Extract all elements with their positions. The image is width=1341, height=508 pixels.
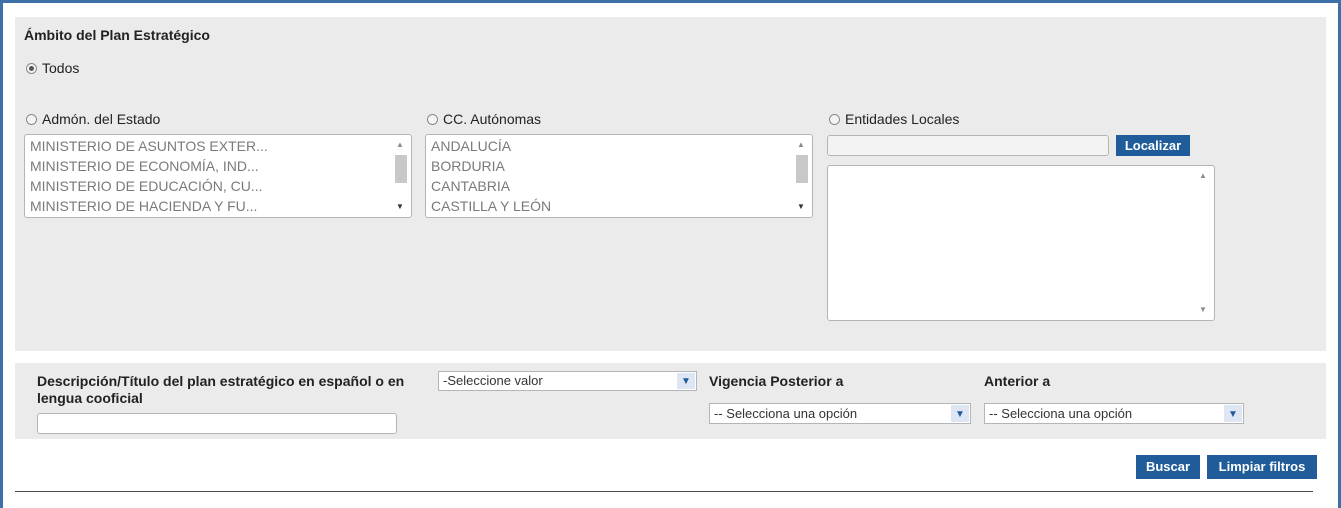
scope-title: Ámbito del Plan Estratégico [24,27,210,43]
descripcion-input[interactable] [37,413,397,434]
radio-locales[interactable]: Entidades Locales [829,111,959,127]
scrollbar[interactable]: ▲ ▼ [1194,168,1212,318]
radio-autonomas-label: CC. Autónomas [443,111,542,127]
vigencia-label: Vigencia Posterior a [709,373,844,389]
scroll-up-icon[interactable]: ▲ [1194,170,1212,182]
radio-autonomas[interactable]: CC. Autónomas [427,111,541,127]
chevron-down-icon[interactable]: ▼ [1224,405,1242,422]
locales-listbox[interactable]: ▲ ▼ [827,165,1215,321]
vigencia-select-value: -- Selecciona una opción [714,406,858,421]
descripcion-label: Descripción/Título del plan estratégico … [37,373,405,406]
buscar-button[interactable]: Buscar [1136,455,1200,479]
anterior-select[interactable]: -- Selecciona una opción ▼ [984,403,1244,424]
idioma-select-value: -Seleccione valor [443,373,543,388]
idioma-select[interactable]: -Seleccione valor ▼ [438,371,697,391]
list-item[interactable]: ANDALUCÍA [431,136,790,156]
autonomas-listbox[interactable]: ANDALUCÍA BORDURIA CANTABRIA CASTILLA Y … [425,134,813,218]
scroll-down-icon[interactable]: ▼ [391,201,409,213]
list-item[interactable]: MINISTERIO DE ECONOMÍA, IND... [30,156,389,176]
list-item[interactable]: CASTILLA Y LEÓN [431,196,790,216]
scrollbar[interactable]: ▲ ▼ [391,137,409,215]
list-item[interactable]: MINISTERIO DE EDUCACIÓN, CU... [30,176,389,196]
radio-todos-label: Todos [42,60,80,76]
localizar-button[interactable]: Localizar [1116,135,1190,156]
estado-listbox[interactable]: MINISTERIO DE ASUNTOS EXTER... MINISTERI… [24,134,412,218]
scroll-thumb[interactable] [796,155,808,183]
list-item[interactable]: MINISTERIO DE HACIENDA Y FU... [30,196,389,216]
anterior-select-value: -- Selecciona una opción [989,406,1133,421]
radio-todos[interactable]: Todos [26,60,79,76]
scroll-up-icon[interactable]: ▲ [792,139,810,151]
locales-search-input[interactable] [827,135,1109,156]
chevron-down-icon[interactable]: ▼ [677,373,695,389]
scroll-down-icon[interactable]: ▼ [792,201,810,213]
vigencia-select[interactable]: -- Selecciona una opción ▼ [709,403,971,424]
radio-icon[interactable] [26,113,37,125]
divider [15,491,1313,492]
radio-locales-label: Entidades Locales [845,111,960,127]
locales-search-field[interactable] [828,136,1108,155]
scroll-thumb[interactable] [395,155,407,183]
radio-icon[interactable] [427,113,438,125]
chevron-down-icon[interactable]: ▼ [951,405,969,422]
scroll-up-icon[interactable]: ▲ [391,139,409,151]
limpiar-filtros-button[interactable]: Limpiar filtros [1207,455,1317,479]
descripcion-field[interactable] [38,414,396,433]
scrollbar[interactable]: ▲ ▼ [792,137,810,215]
list-item[interactable]: CANTABRIA [431,176,790,196]
radio-icon[interactable] [26,62,37,74]
radio-icon[interactable] [829,113,840,125]
list-item[interactable]: MINISTERIO DE ASUNTOS EXTER... [30,136,389,156]
scroll-down-icon[interactable]: ▼ [1194,304,1212,316]
list-item[interactable]: BORDURIA [431,156,790,176]
radio-estado-label: Admón. del Estado [42,111,161,127]
radio-estado[interactable]: Admón. del Estado [26,111,160,127]
anterior-label: Anterior a [984,373,1051,389]
